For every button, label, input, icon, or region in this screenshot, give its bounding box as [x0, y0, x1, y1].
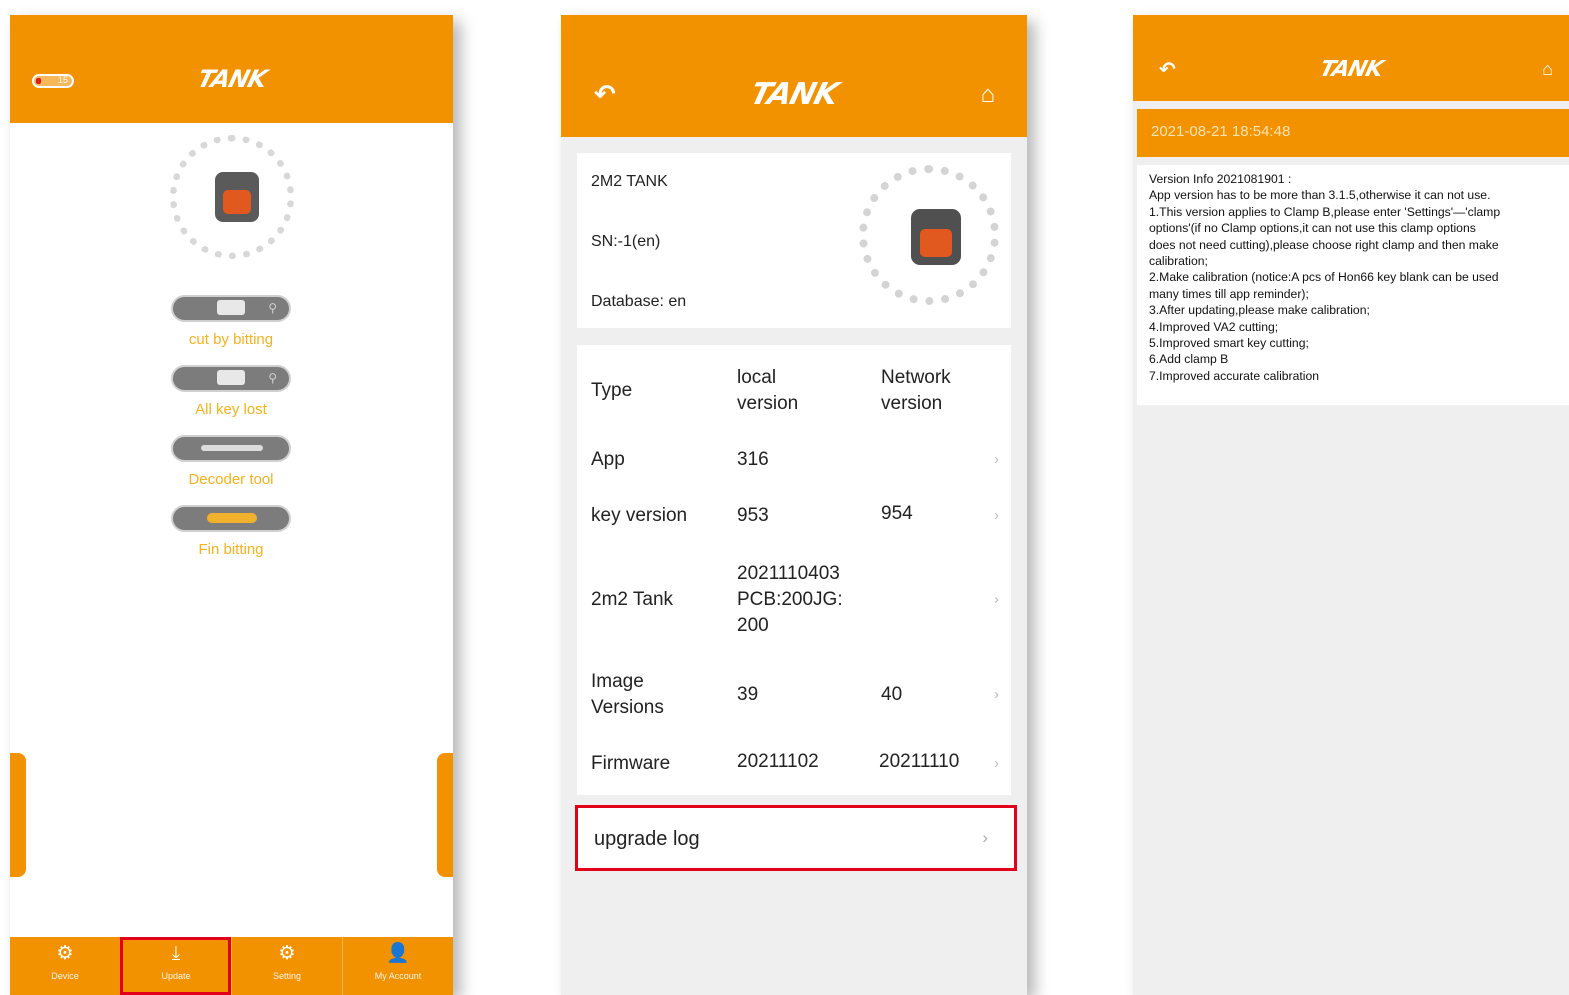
log-line: many times till app reminder);: [1149, 286, 1309, 301]
upgrade-log-screen: ↶ TANK ⌂ 2021-08-21 18:54:48 Version Inf…: [1133, 15, 1569, 995]
key-cut-icon: [217, 300, 245, 315]
menu-label[interactable]: Fin bitting: [140, 541, 322, 558]
decoder-tool-button[interactable]: [171, 435, 291, 462]
chevron-right-icon: ›: [994, 451, 999, 468]
header-network-version: Network version: [881, 367, 951, 414]
chevron-right-icon: ›: [994, 591, 999, 608]
log-line: calibration;: [1149, 254, 1208, 269]
serial-number: SN:-1(en): [591, 233, 661, 250]
upgrade-log-label: upgrade log: [594, 828, 700, 850]
row-local: 2021110403 PCB:200JG: 200: [737, 563, 843, 636]
header-local-version: local version: [737, 367, 799, 414]
row-local: 20211102: [737, 751, 819, 772]
device-name: 2M2 TANK: [591, 173, 668, 190]
row-network: 20211110: [879, 751, 960, 772]
left-side-tab[interactable]: [10, 753, 26, 877]
tab-my-account[interactable]: 👤 My Account: [342, 937, 453, 995]
key-icon: [207, 513, 257, 523]
battery-indicator: 15: [32, 74, 74, 88]
log-line: 7.Improved accurate calibration: [1149, 368, 1320, 383]
tab-update[interactable]: ⤓ Update: [120, 937, 231, 995]
top-bar: ↶ TANK ⌂: [561, 15, 1027, 137]
menu-label[interactable]: Decoder tool: [140, 471, 322, 488]
log-content: Version Info 2021081901 : App version ha…: [1137, 165, 1569, 405]
brand-logo: TANK: [746, 77, 842, 112]
menu-label[interactable]: All key lost: [140, 401, 322, 418]
fin-bitting-button[interactable]: [171, 505, 291, 532]
lock-icon: [217, 370, 245, 385]
log-line: Version Info 2021081901 :: [1149, 172, 1292, 186]
row-type: 2m2 Tank: [591, 589, 674, 610]
top-bar: ↶ TANK ⌂: [1133, 15, 1569, 101]
home-icon[interactable]: ⌂: [981, 81, 996, 109]
row-local: 316: [737, 449, 769, 470]
brand-logo: TANK: [1316, 57, 1386, 82]
machine-image: [859, 165, 999, 305]
device-info-card: 2M2 TANK SN:-1(en) Database: en: [577, 153, 1011, 328]
database-language: Database: en: [591, 293, 687, 310]
account-icon: 👤: [386, 943, 410, 964]
tab-device[interactable]: ⚙ Device: [10, 937, 120, 995]
row-type: App: [591, 449, 625, 470]
gear-icon: ⚙: [278, 943, 296, 964]
machine-image: [170, 135, 294, 259]
tab-label: My Account: [374, 971, 422, 981]
row-type: Image Versions: [591, 671, 664, 718]
log-line: options'(if no Clamp options,it can not …: [1149, 221, 1476, 236]
right-side-tab[interactable]: [437, 753, 453, 877]
search-icon: ⚲: [268, 371, 277, 385]
search-icon: ⚲: [268, 301, 277, 315]
bottom-tab-bar: ⚙ Device ⤓ Update ⚙ Setting 👤 My Account: [10, 937, 453, 995]
log-line: 2.Make calibration (notice:A pcs of Hon6…: [1149, 270, 1499, 285]
log-line: 4.Improved VA2 cutting;: [1149, 319, 1279, 334]
log-line: 5.Improved smart key cutting;: [1149, 336, 1309, 351]
decoder-icon: [201, 445, 263, 451]
cut-by-bitting-button[interactable]: ⚲: [171, 295, 291, 322]
home-icon[interactable]: ⌂: [1542, 59, 1553, 80]
log-date: 2021-08-21 18:54:48: [1151, 123, 1291, 140]
log-line: 6.Add clamp B: [1149, 352, 1229, 367]
chevron-right-icon: ›: [982, 828, 988, 847]
log-line: 3.After updating,please make calibration…: [1149, 303, 1370, 318]
row-network: 954: [881, 503, 913, 524]
tab-label: Update: [161, 971, 191, 981]
header-type: Type: [591, 380, 633, 401]
log-date-bar[interactable]: 2021-08-21 18:54:48: [1137, 109, 1569, 157]
update-screen: ↶ TANK ⌂ 2M2 TANK SN:-1(en) Database: en…: [561, 15, 1027, 995]
log-line: App version has to be more than 3.1.5,ot…: [1149, 188, 1491, 203]
row-local: 953: [737, 505, 769, 526]
log-line: 1.This version applies to Clamp B,please…: [1149, 204, 1501, 219]
download-icon: ⤓: [171, 943, 181, 964]
tab-setting[interactable]: ⚙ Setting: [231, 937, 342, 995]
row-network: 40: [881, 684, 903, 705]
chevron-right-icon: ›: [994, 755, 999, 772]
upgrade-log-row[interactable]: upgrade log ›: [575, 805, 1017, 871]
main-menu-screen: 15 TANK ⚲ cut by bitting ⚲ All key lost …: [10, 15, 453, 995]
row-type: key version: [591, 505, 688, 526]
back-arrow-icon[interactable]: ↶: [1159, 57, 1176, 82]
chevron-right-icon: ›: [994, 507, 999, 524]
chevron-right-icon: ›: [994, 686, 999, 703]
tab-label: Setting: [272, 971, 302, 981]
all-key-lost-button[interactable]: ⚲: [171, 365, 291, 392]
battery-level: [36, 78, 41, 84]
top-bar: 15 TANK: [10, 15, 453, 123]
brand-logo: TANK: [194, 65, 269, 93]
tab-label: Device: [51, 971, 79, 981]
log-line: does not need cutting),please choose rig…: [1149, 237, 1499, 252]
row-type: Firmware: [591, 753, 671, 774]
menu-label[interactable]: cut by bitting: [140, 331, 322, 348]
version-table: Type local version Network version App 3…: [577, 345, 1011, 795]
device-icon: ⚙: [56, 943, 74, 964]
row-local: 39: [737, 684, 759, 705]
battery-text: 15: [57, 75, 68, 85]
back-arrow-icon[interactable]: ↶: [594, 79, 616, 110]
